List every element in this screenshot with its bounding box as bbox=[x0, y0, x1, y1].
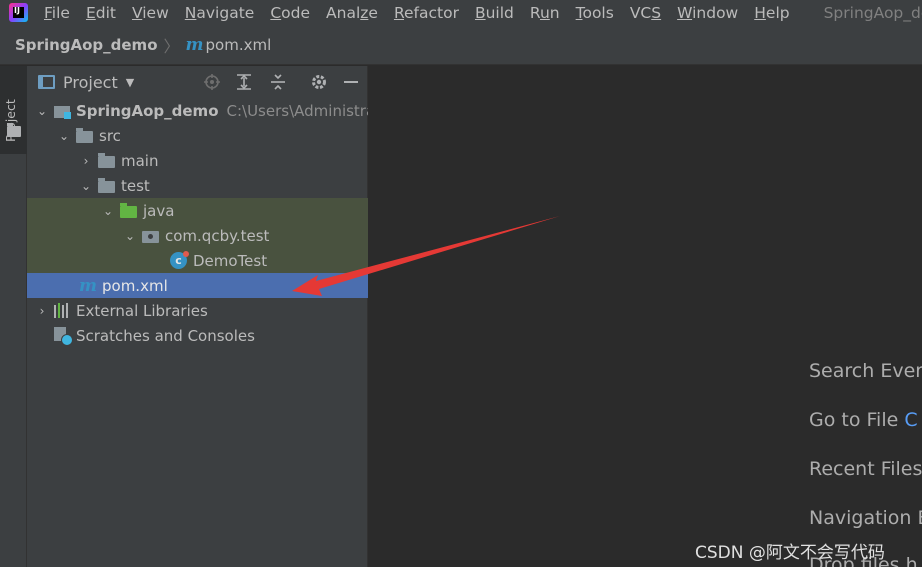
tree-label: main bbox=[121, 151, 159, 170]
menu-code[interactable]: Code bbox=[270, 4, 310, 22]
tree-item-demotest[interactable]: c DemoTest bbox=[27, 248, 368, 273]
tree-item-test[interactable]: ⌄ test bbox=[27, 173, 368, 198]
window-title: SpringAop_dem bbox=[823, 3, 922, 22]
tree-label: com.qcby.test bbox=[165, 226, 270, 245]
tree-label: java bbox=[143, 201, 175, 220]
menu-refactor[interactable]: Refactor bbox=[394, 4, 459, 22]
chevron-down-icon[interactable]: ⌄ bbox=[123, 229, 137, 243]
project-panel: Project ▼ ⌄ SpringAop_demo C:\Users\Admi… bbox=[27, 66, 368, 567]
menu-navigate[interactable]: Navigate bbox=[185, 4, 255, 22]
menu-file[interactable]: File bbox=[44, 4, 70, 22]
tree-label: Scratches and Consoles bbox=[76, 326, 255, 345]
hint-recent-files: Recent Files bbox=[809, 458, 922, 480]
editor-area[interactable]: Search Every Go to File C Recent Files N… bbox=[369, 66, 922, 567]
chevron-right-icon[interactable]: › bbox=[79, 154, 93, 168]
menu-help[interactable]: Help bbox=[754, 4, 789, 22]
project-window-icon bbox=[38, 75, 55, 89]
java-class-icon: c bbox=[170, 251, 189, 269]
library-icon bbox=[54, 303, 70, 318]
gear-icon[interactable] bbox=[308, 71, 330, 93]
tree-label: src bbox=[99, 126, 121, 145]
menu-edit[interactable]: Edit bbox=[86, 4, 116, 22]
menu-view[interactable]: View bbox=[132, 4, 169, 22]
menu-run[interactable]: Run bbox=[530, 4, 560, 22]
package-icon bbox=[142, 230, 159, 243]
maven-icon: m bbox=[185, 34, 204, 55]
tree-item-java[interactable]: ⌄ java bbox=[27, 198, 368, 223]
hint-navigation-bar: Navigation B bbox=[809, 507, 922, 529]
hide-panel-icon[interactable] bbox=[340, 71, 362, 93]
folder-icon bbox=[98, 177, 115, 193]
hint-go-to-file-shortcut: C bbox=[904, 409, 918, 431]
folder-icon bbox=[98, 152, 115, 168]
project-view-selector[interactable]: Project bbox=[63, 73, 118, 92]
tree-label: DemoTest bbox=[193, 251, 268, 270]
menu-tools[interactable]: Tools bbox=[576, 4, 614, 22]
tree-item-external-libraries[interactable]: › External Libraries bbox=[27, 298, 368, 323]
chevron-down-icon[interactable]: ⌄ bbox=[57, 129, 71, 143]
menu-vcs[interactable]: VCS bbox=[630, 4, 661, 22]
project-tool-tab[interactable]: Project bbox=[0, 66, 27, 154]
menu-build[interactable]: Build bbox=[475, 4, 514, 22]
module-icon bbox=[54, 103, 71, 119]
tree-item-scratches[interactable]: Scratches and Consoles bbox=[27, 323, 368, 348]
breadcrumb-file[interactable]: pom.xml bbox=[206, 36, 272, 54]
locate-file-icon[interactable] bbox=[201, 71, 223, 93]
hint-go-to-file-label: Go to File bbox=[809, 409, 899, 431]
chevron-down-icon[interactable]: ⌄ bbox=[35, 104, 49, 118]
tree-item-src[interactable]: ⌄ src bbox=[27, 123, 368, 148]
tree-label: pom.xml bbox=[102, 276, 168, 295]
watermark: CSDN @阿文不会写代码 bbox=[695, 543, 885, 563]
project-panel-header: Project ▼ bbox=[27, 66, 367, 98]
intellij-logo-icon[interactable]: IJ bbox=[9, 3, 28, 22]
tree-label: SpringAop_demo bbox=[76, 101, 219, 120]
tree-item-pom[interactable]: m pom.xml bbox=[27, 273, 368, 298]
hint-go-to-file: Go to File C bbox=[809, 409, 918, 431]
left-tool-strip: Project bbox=[0, 66, 27, 567]
tree-label: test bbox=[121, 176, 150, 195]
hint-search-everywhere: Search Every bbox=[809, 360, 922, 382]
folder-icon bbox=[7, 123, 21, 137]
test-sources-folder-icon bbox=[120, 202, 137, 218]
expand-all-icon[interactable] bbox=[233, 71, 255, 93]
tree-label: External Libraries bbox=[76, 301, 208, 320]
menu-bar: IJ File Edit View Navigate Code Analze R… bbox=[0, 0, 922, 25]
chevron-down-icon[interactable]: ⌄ bbox=[79, 179, 93, 193]
maven-icon: m bbox=[79, 275, 97, 296]
chevron-right-icon[interactable]: › bbox=[35, 304, 49, 318]
navigation-bar: SpringAop_demo 〉 m pom.xml bbox=[0, 25, 922, 65]
project-path: C:\Users\Administrat bbox=[226, 101, 369, 120]
menu-window[interactable]: Window bbox=[677, 4, 738, 22]
breadcrumb-project[interactable]: SpringAop_demo bbox=[15, 36, 158, 54]
tree-item-package[interactable]: ⌄ com.qcby.test bbox=[27, 223, 368, 248]
collapse-all-icon[interactable] bbox=[267, 71, 289, 93]
folder-icon bbox=[76, 127, 93, 143]
scratches-icon bbox=[54, 327, 73, 346]
dropdown-caret-icon[interactable]: ▼ bbox=[126, 76, 134, 89]
breadcrumb-separator-icon: 〉 bbox=[163, 36, 180, 56]
chevron-down-icon[interactable]: ⌄ bbox=[101, 204, 115, 218]
menu-analyze[interactable]: Analze bbox=[326, 4, 378, 22]
tree-item-main[interactable]: › main bbox=[27, 148, 368, 173]
tree-item-project-root[interactable]: ⌄ SpringAop_demo C:\Users\Administrat bbox=[27, 98, 368, 123]
